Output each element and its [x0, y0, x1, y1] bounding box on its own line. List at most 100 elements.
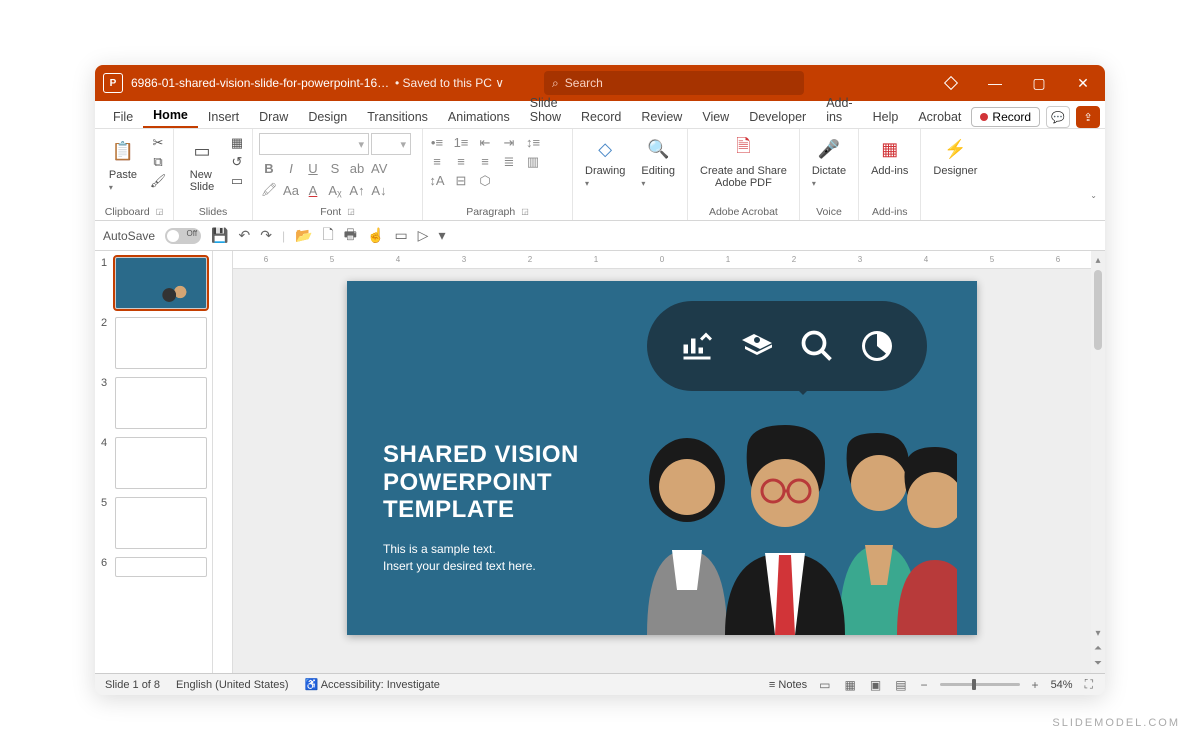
- strike-button[interactable]: S: [327, 161, 343, 176]
- thumbnail-3[interactable]: [115, 377, 207, 429]
- slide-subtitle[interactable]: This is a sample text. Insert your desir…: [383, 541, 536, 575]
- scroll-up-icon[interactable]: ▴: [1095, 255, 1100, 266]
- accessibility-status[interactable]: ♿ Accessibility: Investigate: [305, 678, 440, 691]
- comments-button[interactable]: 💬: [1046, 106, 1070, 128]
- copy-button[interactable]: ⧉: [149, 154, 167, 170]
- thumbnail-1[interactable]: [115, 257, 207, 309]
- case-button[interactable]: Aa: [283, 183, 299, 198]
- designer-button[interactable]: ⚡Designer: [927, 133, 983, 179]
- slide-canvas[interactable]: SHARED VISION POWERPOINT TEMPLATE This i…: [233, 269, 1091, 673]
- slideshow-view-button[interactable]: ▤: [893, 678, 908, 692]
- qat-more-button[interactable]: ▾: [438, 227, 445, 244]
- premium-icon[interactable]: [929, 65, 973, 101]
- justify-button[interactable]: ≣: [501, 154, 517, 170]
- tab-animations[interactable]: Animations: [438, 104, 520, 128]
- bold-button[interactable]: B: [261, 161, 277, 176]
- dictate-button[interactable]: 🎤Dictate▾: [806, 133, 852, 191]
- shrink-font-button[interactable]: A↓: [371, 183, 387, 198]
- save-state[interactable]: • Saved to this PC ∨: [395, 76, 504, 90]
- language-status[interactable]: English (United States): [176, 679, 289, 691]
- close-button[interactable]: ✕: [1061, 65, 1105, 101]
- tab-developer[interactable]: Developer: [739, 104, 816, 128]
- underline-button[interactable]: U: [305, 161, 321, 176]
- autosave-toggle[interactable]: [165, 228, 201, 244]
- tab-view[interactable]: View: [692, 104, 739, 128]
- scroll-thumb[interactable]: [1094, 270, 1102, 350]
- collapse-ribbon-button[interactable]: ⌄: [1090, 191, 1097, 200]
- grow-font-button[interactable]: A↑: [349, 183, 365, 198]
- tab-record[interactable]: Record: [571, 104, 631, 128]
- quick-print-button[interactable]: 🖶: [344, 224, 357, 248]
- minimize-button[interactable]: —: [973, 65, 1017, 101]
- present-button[interactable]: ▭: [394, 227, 407, 244]
- clear-format-button[interactable]: Aᵪ: [327, 183, 343, 198]
- open-button[interactable]: 📂: [295, 227, 312, 244]
- vertical-scrollbar[interactable]: ▴ ▾ ⏶ ⏷: [1091, 251, 1105, 673]
- tab-insert[interactable]: Insert: [198, 104, 249, 128]
- align-text-button[interactable]: ⊟: [453, 173, 469, 189]
- text-dir-button[interactable]: ↕A: [429, 173, 445, 189]
- indent-dec-button[interactable]: ⇤: [477, 135, 493, 151]
- tab-slideshow[interactable]: Slide Show: [520, 90, 571, 128]
- drawing-button[interactable]: ◇Drawing▾: [579, 133, 631, 191]
- undo-button[interactable]: ↶: [238, 227, 250, 244]
- sorter-view-button[interactable]: ▦: [843, 678, 858, 692]
- reading-view-button[interactable]: ▣: [868, 678, 883, 692]
- record-button[interactable]: Record: [971, 107, 1040, 127]
- new-slide-button[interactable]: ▭ New Slide: [180, 133, 224, 195]
- maximize-button[interactable]: ▢: [1017, 65, 1061, 101]
- zoom-level[interactable]: 54%: [1051, 679, 1073, 691]
- prev-slide-icon[interactable]: ⏶: [1094, 643, 1102, 654]
- align-right-button[interactable]: ≡: [477, 154, 493, 170]
- smartart-button[interactable]: ⬡: [477, 173, 493, 189]
- thumbnail-6[interactable]: [115, 557, 207, 577]
- line-space-button[interactable]: ↕≡: [525, 135, 541, 151]
- tab-acrobat[interactable]: Acrobat: [908, 104, 971, 128]
- dialog-launcher-icon[interactable]: ◲: [156, 207, 164, 216]
- next-slide-icon[interactable]: ⏷: [1094, 658, 1102, 669]
- tab-home[interactable]: Home: [143, 102, 198, 128]
- zoom-slider[interactable]: [940, 683, 1020, 686]
- format-painter-button[interactable]: 🖌: [149, 173, 167, 189]
- font-selector[interactable]: ▾: [259, 133, 369, 155]
- tab-design[interactable]: Design: [298, 104, 357, 128]
- spacing-button[interactable]: AV: [371, 161, 387, 176]
- from-beginning-button[interactable]: ▷: [418, 227, 429, 244]
- search-input[interactable]: ⌕ Search: [544, 71, 804, 95]
- slide-title[interactable]: SHARED VISION POWERPOINT TEMPLATE: [383, 441, 579, 524]
- thumbnail-5[interactable]: [115, 497, 207, 549]
- bullets-button[interactable]: •≡: [429, 135, 445, 151]
- tab-help[interactable]: Help: [863, 104, 909, 128]
- reset-button[interactable]: ↺: [228, 154, 246, 170]
- section-button[interactable]: ▭: [228, 173, 246, 189]
- fit-button[interactable]: ⛶: [1083, 677, 1095, 692]
- number-button[interactable]: 1≡: [453, 135, 469, 151]
- italic-button[interactable]: I: [283, 161, 299, 176]
- new-button[interactable]: 🗋: [323, 224, 334, 248]
- slide-counter[interactable]: Slide 1 of 8: [105, 679, 160, 691]
- share-button[interactable]: ⇪: [1076, 106, 1100, 128]
- indent-inc-button[interactable]: ⇥: [501, 135, 517, 151]
- tab-file[interactable]: File: [103, 104, 143, 128]
- zoom-in-button[interactable]: +: [1030, 678, 1041, 692]
- tab-transitions[interactable]: Transitions: [357, 104, 438, 128]
- font-size-selector[interactable]: ▾: [371, 133, 411, 155]
- paste-button[interactable]: 📋 Paste▾: [101, 133, 145, 195]
- thumbnail-4[interactable]: [115, 437, 207, 489]
- editing-button[interactable]: 🔍Editing▾: [635, 133, 681, 191]
- addins-button[interactable]: ▦Add-ins: [865, 133, 914, 179]
- create-pdf-button[interactable]: 🗎Create and Share Adobe PDF: [694, 133, 793, 191]
- thumbnail-2[interactable]: [115, 317, 207, 369]
- normal-view-button[interactable]: ▭: [817, 678, 832, 692]
- cut-button[interactable]: ✂: [149, 135, 167, 151]
- shadow-button[interactable]: ab: [349, 161, 365, 176]
- zoom-out-button[interactable]: −: [919, 678, 930, 692]
- columns-button[interactable]: ▥: [525, 154, 541, 170]
- tab-review[interactable]: Review: [631, 104, 692, 128]
- font-color-button[interactable]: A: [305, 183, 321, 198]
- tab-addins[interactable]: Add-ins: [816, 90, 862, 128]
- align-center-button[interactable]: ≡: [453, 154, 469, 170]
- highlight-button[interactable]: 🖍: [261, 182, 277, 198]
- scroll-down-icon[interactable]: ▾: [1095, 628, 1100, 639]
- dialog-launcher-icon[interactable]: ◲: [347, 207, 355, 216]
